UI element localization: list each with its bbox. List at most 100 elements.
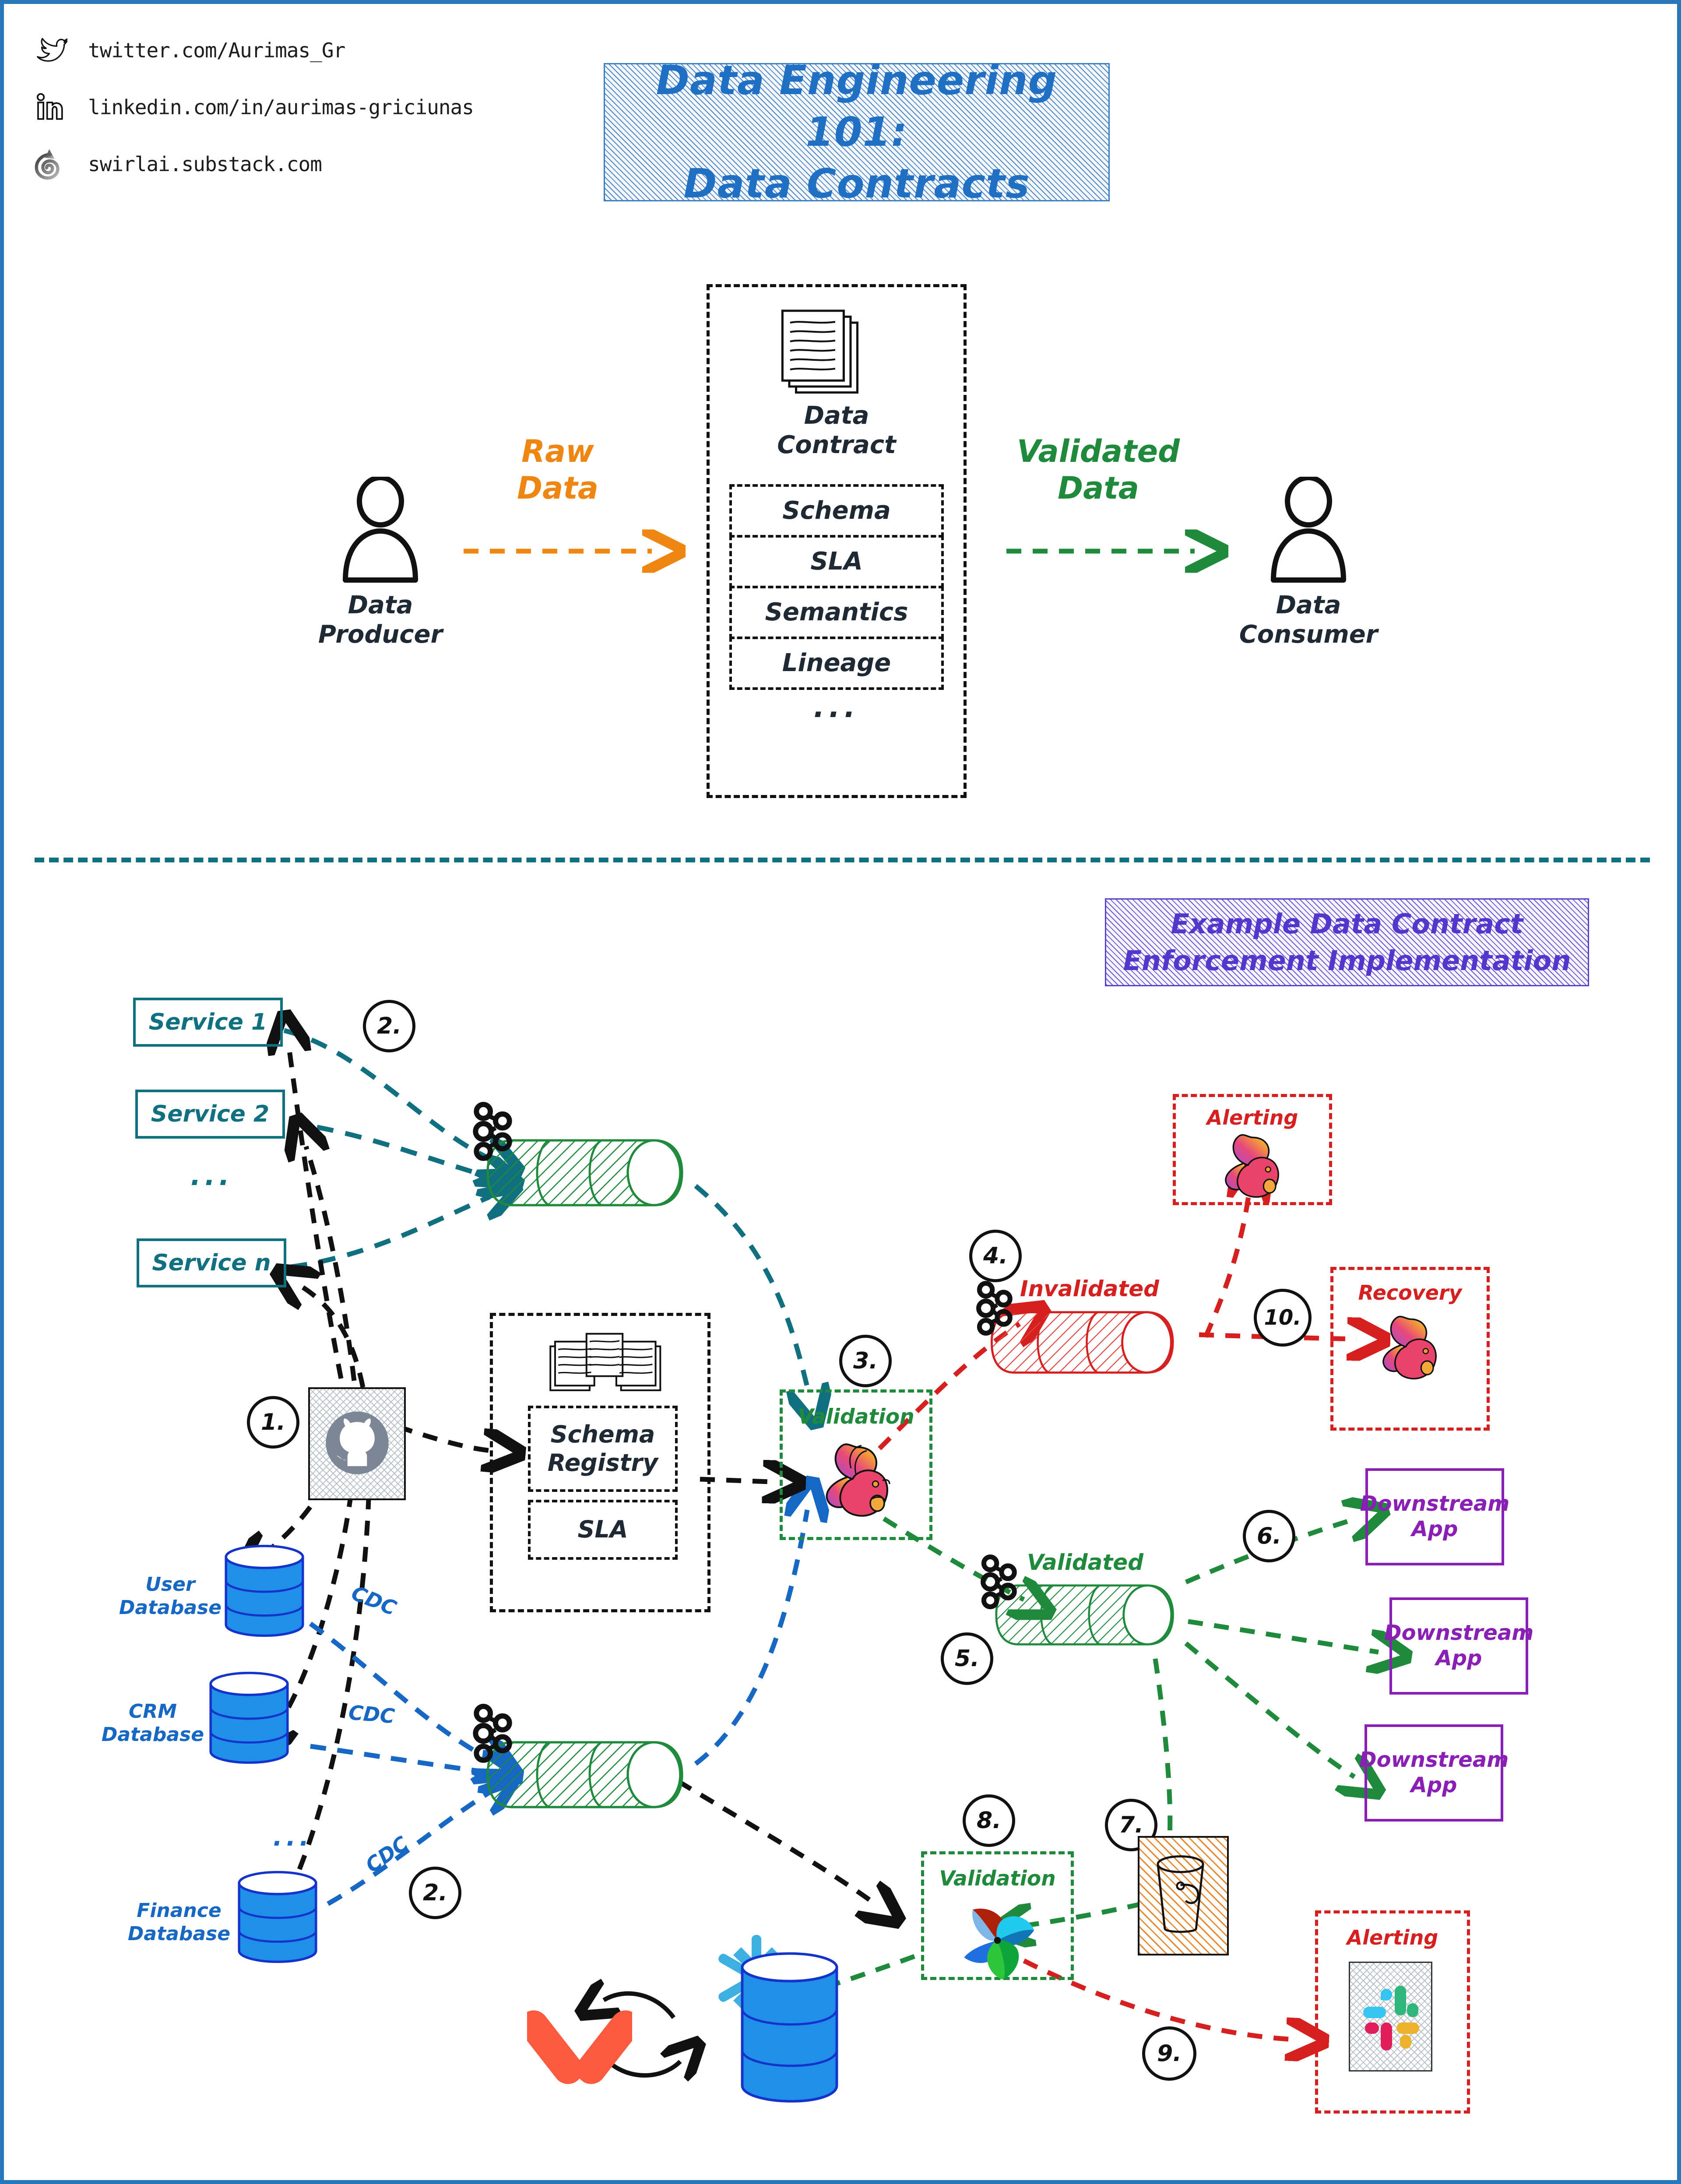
cdc-label-crm: CDC xyxy=(348,1700,396,1728)
service-box-2[interactable]: Service 2 xyxy=(135,1090,285,1139)
twitter-icon xyxy=(30,30,70,70)
kafka-topic-services xyxy=(473,1102,707,1223)
step-badge-2-top: 2. xyxy=(363,1000,415,1052)
schema-registry-box[interactable]: Schema Registry xyxy=(528,1406,678,1492)
data-consumer-icon xyxy=(1265,477,1352,586)
slack-icon xyxy=(1358,1977,1424,2057)
s3-bucket-node[interactable] xyxy=(1138,1836,1229,1955)
database-label-finance: Finance Database xyxy=(127,1899,231,1945)
flink-squirrel-icon xyxy=(812,1438,900,1523)
service-label: Service 1 xyxy=(148,1009,267,1035)
s3-bucket-icon xyxy=(1149,1846,1217,1945)
registry-sla-label: SLA xyxy=(577,1516,628,1544)
validated-data-arrow-label: Validated Data xyxy=(1016,433,1180,506)
downstream-app-1[interactable]: Downstream App xyxy=(1360,1468,1509,1565)
recovery-container[interactable]: Recovery xyxy=(1330,1267,1490,1431)
page-title-line1: Data Engineering 101: xyxy=(656,57,1058,156)
service-label: Service n xyxy=(152,1249,271,1276)
alerting-stream-label: Alerting xyxy=(1206,1106,1298,1129)
kafka-topic-invalidated xyxy=(976,1281,1197,1389)
schema-registry-line1: Schema xyxy=(550,1420,655,1448)
data-contract-items: Schema SLA Semantics Lineage xyxy=(729,484,944,690)
data-contract-label: Data Contract xyxy=(777,401,896,460)
cdc-label-finance: CDC xyxy=(361,1831,413,1878)
social-link-text: twitter.com/Aurimas_Gr xyxy=(88,39,345,62)
data-contract-ellipsis: ... xyxy=(813,690,860,724)
github-node[interactable] xyxy=(308,1387,406,1500)
validation-batch-container[interactable]: Validation xyxy=(921,1851,1074,1980)
data-producer-label: Data Producer xyxy=(318,591,443,649)
schema-registry-line2: Registry xyxy=(547,1449,658,1477)
slack-tile xyxy=(1349,1962,1432,2071)
flink-squirrel-icon xyxy=(1213,1130,1290,1204)
snowflake-warehouse-db-icon xyxy=(733,1948,842,2107)
alerting-batch-container[interactable]: Alerting xyxy=(1315,1910,1470,2114)
contract-item-schema: Schema xyxy=(729,484,944,538)
social-links: twitter.com/Aurimas_Gr linkedin.com/in/a… xyxy=(30,30,474,184)
social-link-text: swirlai.substack.com xyxy=(88,152,322,176)
contract-item-lineage: Lineage xyxy=(729,637,944,690)
flink-squirrel-icon xyxy=(1371,1312,1447,1386)
downstream-app-3[interactable]: Downstream App xyxy=(1359,1724,1509,1822)
data-contract-container: Data Contract Schema SLA Semantics Linea… xyxy=(707,284,967,798)
schema-registry-docs-icon xyxy=(545,1329,664,1403)
raw-data-arrow-label: Raw Data xyxy=(517,433,599,506)
social-link-twitter[interactable]: twitter.com/Aurimas_Gr xyxy=(30,30,474,70)
database-label-user: User Database xyxy=(119,1573,222,1619)
validation-batch-label: Validation xyxy=(939,1867,1056,1891)
step-badge-1: 1. xyxy=(247,1396,299,1449)
page-title-box: Data Engineering 101: Data Contracts xyxy=(604,57,1110,207)
step-badge-6: 6. xyxy=(1243,1510,1295,1562)
service-label: Service 2 xyxy=(151,1101,270,1127)
service-box-n[interactable]: Service n xyxy=(137,1238,286,1287)
finance-database-icon xyxy=(232,1867,324,1969)
kafka-icon xyxy=(979,1554,1023,1611)
database-label-crm: CRM Database xyxy=(101,1700,204,1746)
service-box-1[interactable]: Service 1 xyxy=(133,998,283,1047)
contract-item-semantics: Semantics xyxy=(729,586,944,639)
kafka-icon xyxy=(471,1704,518,1765)
dbt-icon xyxy=(519,1996,640,2100)
databases-ellipsis: ... xyxy=(273,1823,313,1852)
data-contract-docs-icon xyxy=(775,309,878,401)
schema-registry-container: Schema Registry SLA xyxy=(490,1313,710,1612)
github-icon xyxy=(320,1406,394,1482)
section-divider xyxy=(35,858,1650,862)
linkedin-icon xyxy=(30,87,70,127)
data-producer-icon xyxy=(337,477,424,586)
recovery-label: Recovery xyxy=(1358,1281,1462,1305)
kafka-topic-cdc xyxy=(473,1704,707,1825)
airflow-pinwheel-icon xyxy=(950,1896,1044,1987)
alerting-batch-label: Alerting xyxy=(1347,1926,1438,1949)
bottom-title-line1: Example Data Contract xyxy=(1171,907,1523,940)
bottom-title-line2: Enforcement Implementation xyxy=(1123,944,1571,977)
cdc-label-user: CDC xyxy=(348,1581,400,1620)
social-link-substack[interactable]: swirlai.substack.com xyxy=(30,144,474,184)
social-link-text: linkedin.com/in/aurimas-griciunas xyxy=(88,95,474,119)
step-badge-3: 3. xyxy=(839,1335,892,1387)
diagram-canvas: twitter.com/Aurimas_Gr linkedin.com/in/a… xyxy=(0,0,1681,2184)
bottom-section-title-box: Example Data Contract Enforcement Implem… xyxy=(1105,898,1589,986)
step-badge-5: 5. xyxy=(941,1632,993,1685)
user-database-icon xyxy=(218,1540,310,1643)
data-consumer-label: Data Consumer xyxy=(1239,591,1378,649)
registry-sla-box[interactable]: SLA xyxy=(528,1500,678,1560)
social-link-linkedin[interactable]: linkedin.com/in/aurimas-griciunas xyxy=(30,87,474,127)
services-ellipsis: ... xyxy=(190,1160,233,1192)
kafka-topic-validated xyxy=(981,1554,1197,1660)
downstream-app-2[interactable]: Downstream App xyxy=(1384,1597,1533,1695)
step-badge-10: 10. xyxy=(1254,1289,1312,1347)
step-badge-2-bottom: 2. xyxy=(409,1867,461,1919)
step-badge-4: 4. xyxy=(969,1230,1022,1282)
page-title-line2: Data Contracts xyxy=(683,160,1030,207)
swirl-logo-icon xyxy=(30,144,70,184)
kafka-icon xyxy=(471,1102,518,1163)
validation-stream-label: Validation xyxy=(798,1405,914,1429)
crm-database-icon xyxy=(203,1667,295,1770)
validation-stream-container[interactable]: Validation xyxy=(780,1389,932,1540)
alerting-stream-container[interactable]: Alerting xyxy=(1173,1094,1332,1205)
step-badge-8: 8. xyxy=(963,1794,1015,1847)
kafka-icon xyxy=(974,1281,1018,1337)
contract-item-sla: SLA xyxy=(729,535,944,588)
step-badge-9: 9. xyxy=(1142,2026,1196,2081)
